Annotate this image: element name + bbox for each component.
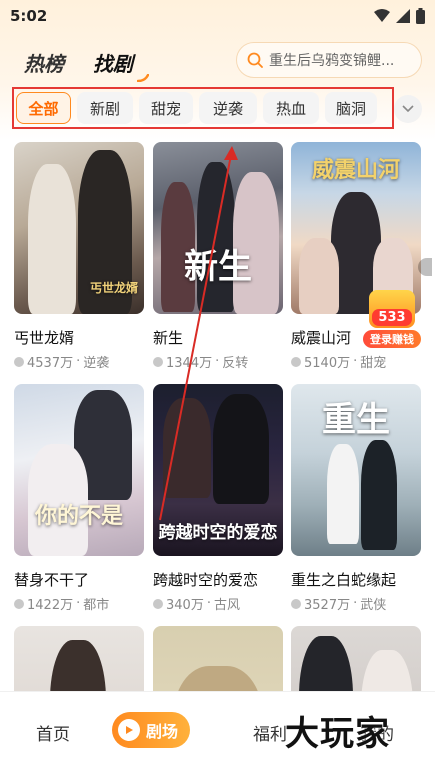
poster-figure bbox=[28, 164, 76, 314]
drama-poster[interactable]: 重生 bbox=[291, 384, 421, 556]
drama-poster[interactable]: 丐世龙婿 bbox=[14, 142, 144, 314]
signal-icon bbox=[396, 9, 410, 23]
drama-title: 替身不干了 bbox=[14, 571, 90, 589]
search-input[interactable]: 重生后乌鸦变锦鲤... bbox=[236, 42, 422, 78]
status-icons bbox=[374, 8, 425, 24]
poster-title-art: 重生 bbox=[322, 400, 390, 440]
nav-theater-label: 剧场 bbox=[146, 722, 179, 741]
drama-meta: 3527万 · 武侠 bbox=[291, 594, 421, 613]
drama-meta: 340万 · 古风 bbox=[153, 594, 283, 613]
drama-genre: 都市 bbox=[83, 598, 110, 613]
drama-card[interactable]: 你的不是 替身不干了 1422万 · 都市 bbox=[14, 384, 144, 613]
header: 热榜 找剧 重生后乌鸦变锦鲤... bbox=[0, 38, 435, 84]
views-icon bbox=[291, 356, 301, 367]
drama-genre: 甜宠 bbox=[360, 356, 387, 371]
side-handle[interactable] bbox=[418, 258, 432, 276]
poster-figure bbox=[197, 162, 235, 312]
drama-card[interactable]: 重生 重生之白蛇缘起 3527万 · 武侠 bbox=[291, 384, 421, 613]
meta-separator: · bbox=[76, 354, 81, 369]
drama-poster[interactable]: 你的不是 bbox=[14, 384, 144, 556]
search-placeholder: 重生后乌鸦变锦鲤... bbox=[269, 53, 395, 69]
status-bar: 5:02 bbox=[0, 0, 435, 32]
meta-separator: · bbox=[215, 354, 220, 369]
drama-title: 新生 bbox=[153, 329, 184, 347]
login-reward-badge[interactable]: 533 登录赚钱 bbox=[363, 290, 421, 350]
drama-genre: 反转 bbox=[222, 356, 249, 371]
gift-icon: 533 bbox=[369, 290, 415, 328]
drama-poster[interactable]: 新生 bbox=[153, 142, 283, 314]
views-icon bbox=[291, 598, 301, 609]
category-chip-sweet[interactable]: 甜宠 bbox=[139, 92, 193, 124]
drama-views: 3527万 bbox=[304, 598, 351, 613]
drama-views: 1344万 bbox=[166, 356, 213, 371]
poster-figure bbox=[327, 444, 359, 544]
drama-views: 5140万 bbox=[304, 356, 351, 371]
nav-theater[interactable]: 剧场 bbox=[112, 712, 190, 748]
drama-card[interactable]: 丐世龙婿 丐世龙婿 4537万 · 逆袭 bbox=[14, 142, 144, 371]
poster-title-art: 跨越时空的爱恋 bbox=[158, 523, 278, 543]
drama-meta: 5140万 · 甜宠 bbox=[291, 352, 421, 371]
drama-title: 跨越时空的爱恋 bbox=[153, 571, 259, 589]
drama-card[interactable]: 跨越时空的爱恋 跨越时空的爱恋 340万 · 古风 bbox=[153, 384, 283, 613]
nav-welfare[interactable]: 福利 bbox=[253, 720, 287, 745]
chevron-down-icon bbox=[402, 105, 414, 113]
drama-views: 4537万 bbox=[27, 356, 74, 371]
views-icon bbox=[14, 598, 24, 609]
category-chip-new[interactable]: 新剧 bbox=[77, 92, 133, 124]
poster-title-art: 威震山河 bbox=[311, 157, 400, 183]
nav-home[interactable]: 首页 bbox=[36, 720, 70, 745]
drama-meta: 4537万 · 逆袭 bbox=[14, 352, 144, 371]
poster-title-art: 丐世龙婿 bbox=[89, 281, 138, 295]
poster-figure bbox=[299, 238, 339, 314]
views-icon bbox=[153, 598, 163, 609]
active-tab-indicator bbox=[137, 74, 149, 82]
more-categories-button[interactable] bbox=[394, 95, 422, 123]
poster-figure bbox=[213, 394, 269, 504]
poster-figure bbox=[163, 398, 211, 498]
drama-title: 丐世龙婿 bbox=[14, 329, 75, 347]
status-time: 5:02 bbox=[10, 7, 48, 25]
drama-poster[interactable]: 跨越时空的爱恋 bbox=[153, 384, 283, 556]
category-chip-action[interactable]: 热血 bbox=[263, 92, 319, 124]
search-icon bbox=[247, 52, 263, 68]
meta-separator: · bbox=[353, 354, 358, 369]
meta-separator: · bbox=[353, 596, 358, 611]
tab-hot-list[interactable]: 热榜 bbox=[24, 48, 64, 77]
drama-meta: 1422万 · 都市 bbox=[14, 594, 144, 613]
category-chip-all[interactable]: 全部 bbox=[16, 92, 71, 124]
drama-views: 1422万 bbox=[27, 598, 74, 613]
poster-title-art: 新生 bbox=[184, 247, 252, 287]
drama-card[interactable]: 新生 新生 1344万 · 反转 bbox=[153, 142, 283, 371]
reward-label: 登录赚钱 bbox=[363, 330, 421, 348]
drama-genre: 武侠 bbox=[360, 598, 387, 613]
drama-views: 340万 bbox=[166, 598, 204, 613]
category-chip-comeback[interactable]: 逆袭 bbox=[199, 92, 257, 124]
play-icon bbox=[118, 719, 140, 741]
meta-separator: · bbox=[76, 596, 81, 611]
drama-genre: 古风 bbox=[213, 598, 240, 613]
category-filter-row: 全部 新剧 甜宠 逆袭 热血 脑洞 bbox=[12, 87, 394, 129]
battery-icon bbox=[416, 8, 425, 24]
drama-genre: 逆袭 bbox=[83, 356, 110, 371]
wifi-icon bbox=[374, 9, 390, 23]
reward-count: 533 bbox=[372, 309, 412, 326]
poster-figure bbox=[361, 440, 397, 550]
views-icon bbox=[14, 356, 24, 367]
tab-find-drama[interactable]: 找剧 bbox=[93, 48, 133, 77]
poster-title-art: 你的不是 bbox=[34, 503, 123, 529]
drama-title: 重生之白蛇缘起 bbox=[291, 571, 397, 589]
drama-poster[interactable]: 威震山河 bbox=[291, 142, 421, 314]
watermark: 大玩家 bbox=[285, 714, 390, 754]
drama-meta: 1344万 · 反转 bbox=[153, 352, 283, 371]
category-chip-fantasy[interactable]: 脑洞 bbox=[325, 92, 377, 124]
meta-separator: · bbox=[206, 596, 211, 611]
views-icon bbox=[153, 356, 163, 367]
